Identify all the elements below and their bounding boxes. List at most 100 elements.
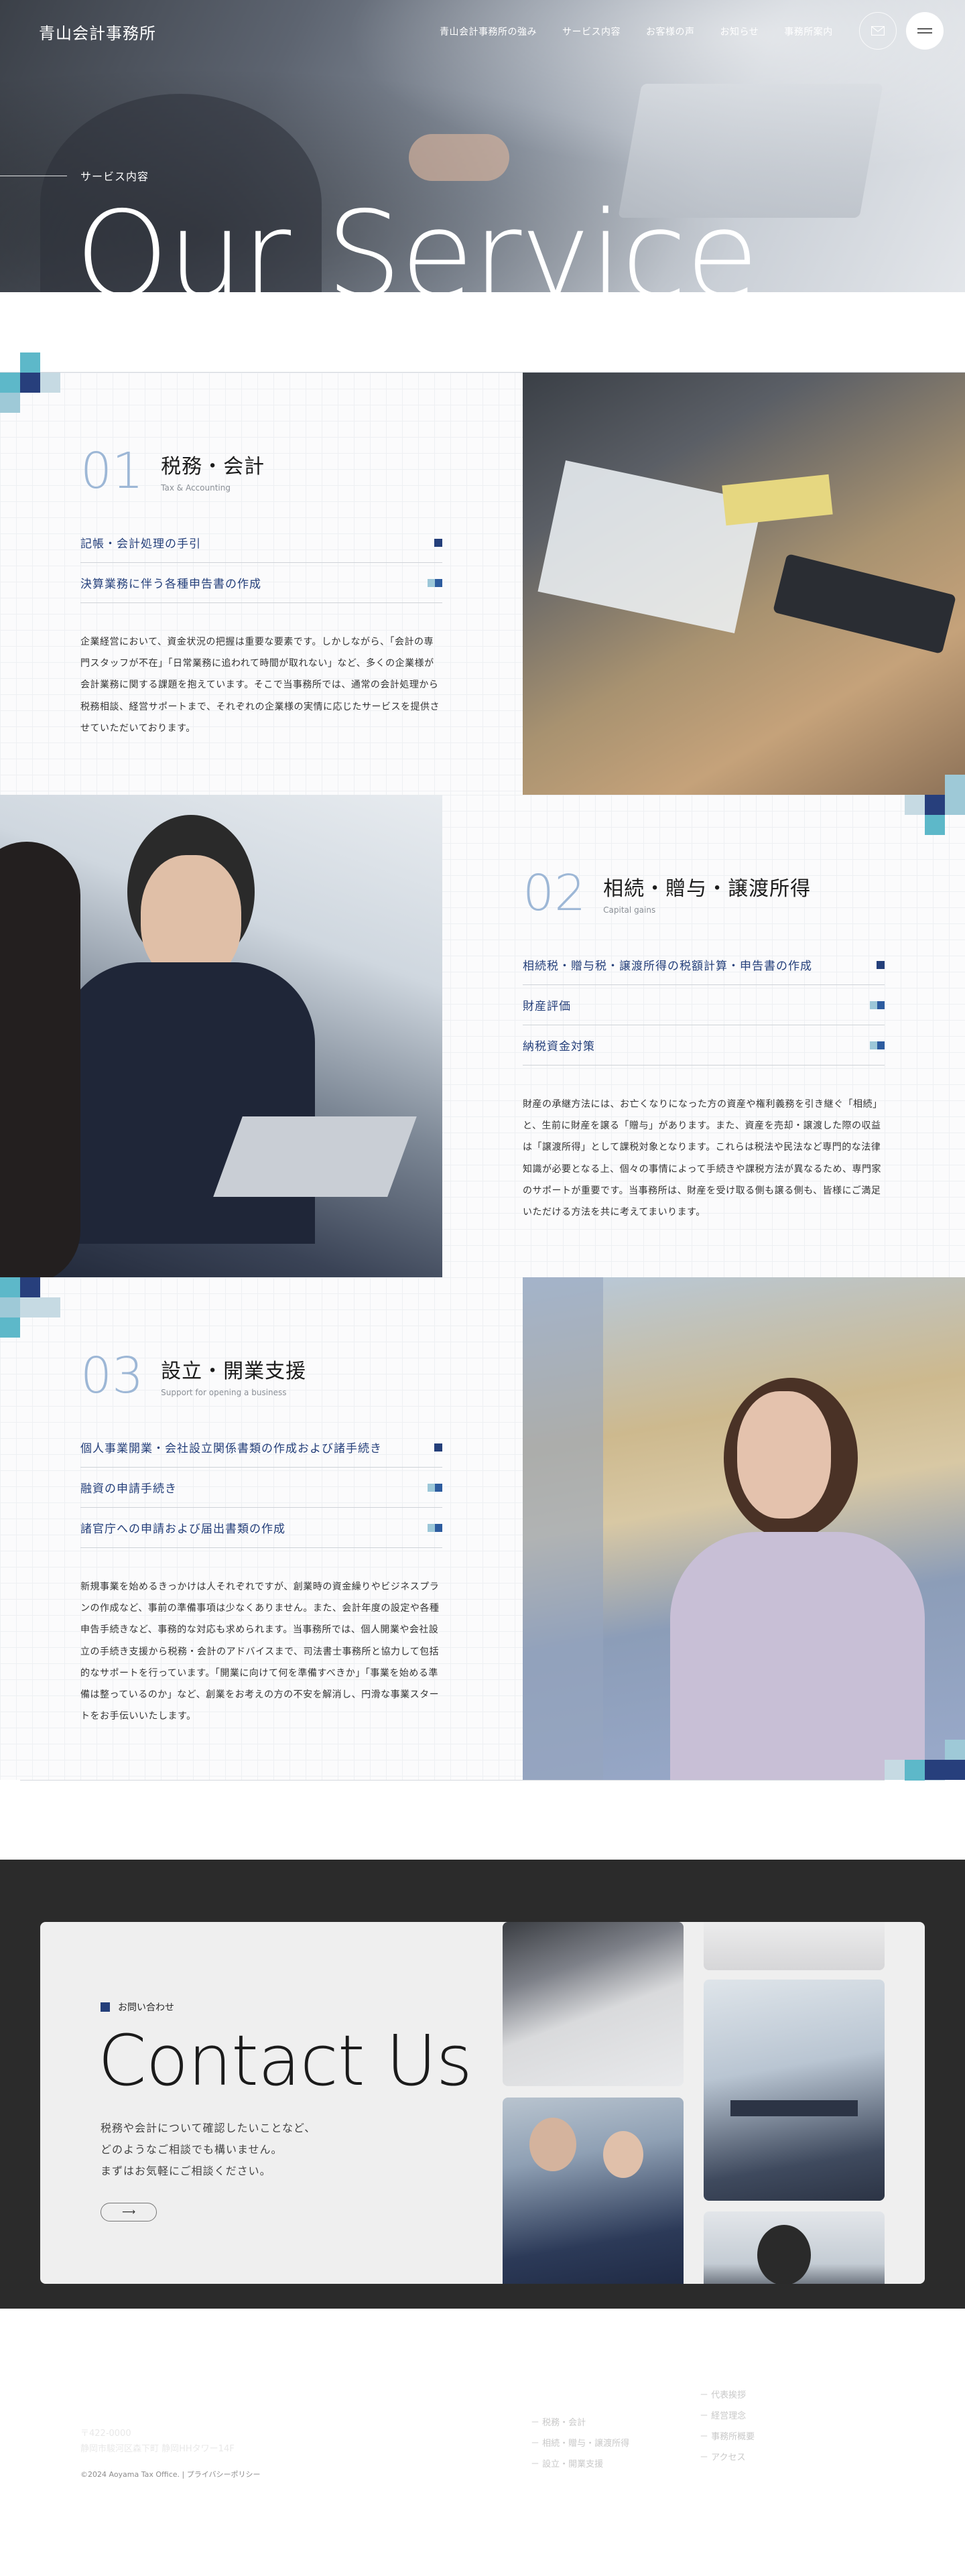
nav-item-services[interactable]: サービス内容 [562,25,621,38]
decor-square [40,373,60,393]
contact-button[interactable]: ⟶ [101,2203,157,2221]
service-01: 01 税務・会計 Tax & Accounting 記帳・会計処理の手引 決算業… [0,373,965,795]
decor-square [20,1297,60,1317]
service-item[interactable]: 融資の申請手続き [80,1468,442,1508]
decor-square [20,352,40,373]
service-number: 03 [80,1347,144,1405]
mail-button[interactable] [859,12,897,50]
footer-link[interactable]: サービス内容 [531,2392,631,2406]
decor-square [0,1317,20,1338]
decor-square [925,795,945,815]
service-02-text: 02 相続・贈与・譲渡所得 Capital gains 相続税・贈与税・譲渡所得… [523,868,885,1223]
service-01-text: 01 税務・会計 Tax & Accounting 記帳・会計処理の手引 決算業… [80,446,442,739]
contact-photo-3 [704,1980,885,2201]
decor-square [945,1740,965,1760]
nav-item-office[interactable]: 事務所案内 [784,25,833,38]
service-item[interactable]: 個人事業開業・会社設立関係書類の作成および諸手続き [80,1427,442,1468]
decor-square [925,1760,945,1780]
service-03: 03 設立・開業支援 Support for opening a busines… [0,1277,965,1780]
decor-square [0,393,20,413]
decor-square [20,1277,40,1297]
service-description: 新規事業を始めるきっかけは人それぞれですが、創業時の資金繰りやビジネスプランの作… [80,1582,440,1722]
footer-link[interactable]: 事務所案内 [700,2364,755,2378]
hamburger-icon [917,28,932,34]
footer-address: 〒422-0000 静岡市駿河区森下町 静岡HHタワー14F [80,2429,235,2455]
nav-item-voices[interactable]: お客様の声 [646,25,695,38]
service-description: 財産の承継方法には、お亡くなりになった方の資産や権利義務を引き継ぐ「相続」と、生… [523,1099,883,1218]
square-icon [428,1483,442,1492]
square-icon [870,1001,885,1009]
service-en: Capital gains [603,905,656,915]
footer-sublink[interactable]: － 代表挨拶 [700,2388,755,2400]
footer-copyright[interactable]: ©2024 Aoyama Tax Office. | プライバシーポリシー [80,2469,260,2480]
service-number: 02 [523,864,586,922]
nav-item-strengths[interactable]: 青山会計事務所の強み [440,25,537,38]
contact-label: お問い合わせ [101,2000,174,2014]
footer-logo[interactable]: 青山会計事務所 [80,2362,207,2387]
square-icon [428,578,442,587]
service-item[interactable]: 諸官庁への申請および届出書類の作成 [80,1508,442,1548]
main-nav: 青山会計事務所の強み サービス内容 お客様の声 お知らせ 事務所案内 [440,25,833,38]
decor-square [0,373,20,393]
service-03-text: 03 設立・開業支援 Support for opening a busines… [80,1351,442,1727]
service-item[interactable]: 相続税・贈与税・譲渡所得の税額計算・申告書の作成 [523,945,885,985]
square-icon [434,538,442,547]
service-title: 相続・贈与・譲渡所得 [603,877,812,901]
footer-sublink[interactable]: － 設立・開業支援 [531,2457,631,2469]
footer-sublink[interactable]: － アクセス [700,2450,755,2463]
decor-square [945,795,965,815]
service-02-photo [0,795,442,1277]
service-title: 設立・開業支援 [161,1360,307,1383]
service-item[interactable]: 決算業務に伴う各種申告書の作成 [80,563,442,603]
menu-button[interactable] [906,12,944,50]
site-logo[interactable]: 青山会計事務所 [39,20,156,44]
hero-subtitle: サービス内容 [80,170,149,183]
decor-square [885,1760,905,1780]
footer-sublink[interactable]: － 相続・贈与・譲渡所得 [531,2436,631,2449]
decor-square [905,795,925,815]
service-item[interactable]: 財産評価 [523,985,885,1025]
mail-icon [871,26,885,36]
service-title: 税務・会計 [161,455,265,478]
contact-photo-1 [503,1922,684,2086]
spacer [0,292,965,373]
square-icon [434,1443,442,1452]
decor-square [945,1760,965,1780]
footer-link[interactable]: 青山会計事務所の強み [531,2364,631,2378]
contact-text: 税務や会計について確認したいことなど、 どのようなご相談でも構いません。 まずは… [101,2122,316,2177]
contact-title: Contact Us [98,2020,472,2102]
footer-link[interactable]: お問い合わせ [816,2419,877,2433]
arrow-right-icon: ⟶ [121,2207,136,2217]
decor-square [20,373,40,393]
square-icon [428,1523,442,1532]
footer-col-1: 青山会計事務所の強み サービス内容 － 税務・会計 － 相続・贈与・譲渡所得 －… [531,2364,631,2477]
nav-item-news[interactable]: お知らせ [720,25,759,38]
contact-photo-4 [503,2098,684,2284]
hero-photo-hand [409,134,509,181]
contact-photo-5 [704,2211,885,2284]
service-en: Support for opening a business [161,1388,287,1397]
service-item[interactable]: 記帳・会計処理の手引 [80,523,442,563]
service-en: Tax & Accounting [161,483,231,493]
decor-square [925,815,945,835]
service-item[interactable]: 納税資金対策 [523,1025,885,1066]
footer-sublink[interactable]: － 事務所概要 [700,2429,755,2442]
spacer [0,1781,965,1860]
footer-link[interactable]: お知らせ [816,2392,877,2406]
footer-sublink[interactable]: － 経営理念 [700,2408,755,2421]
decor-square [0,1297,20,1317]
square-icon [870,1041,885,1049]
footer-col-3: お客様の声 お知らせ お問い合わせ [816,2364,877,2447]
service-01-photo [523,373,965,795]
footer-link[interactable]: お客様の声 [816,2364,877,2378]
square-icon [101,2002,110,2012]
footer-col-2: 事務所案内 － 代表挨拶 － 経営理念 － 事務所概要 － アクセス [700,2364,755,2471]
contact-photo-2 [704,1922,885,1970]
service-03-photo [523,1277,965,1780]
decor-square [945,775,965,795]
contact-card[interactable] [40,1922,925,2284]
service-description: 企業経営において、資金状況の把握は重要な要素です。しかしながら、「会計の専門スタ… [80,637,440,734]
decor-square [0,1277,20,1297]
footer-sublink[interactable]: － 税務・会計 [531,2415,631,2428]
service-number: 01 [80,442,144,500]
